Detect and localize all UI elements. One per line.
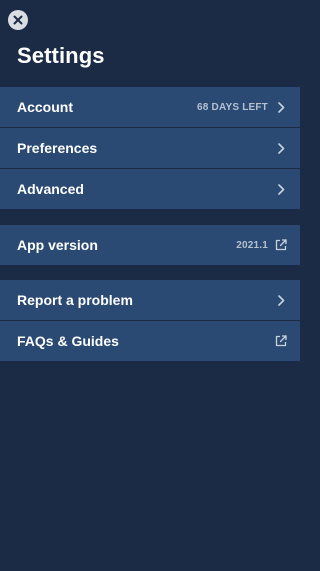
chevron-right-icon [275, 142, 287, 154]
settings-group-app-version: App version 2021.1 [0, 225, 300, 265]
account-days-left: 68 DAYS LEFT [197, 101, 268, 113]
account-row[interactable]: Account 68 DAYS LEFT [0, 87, 300, 127]
preferences-row[interactable]: Preferences [0, 128, 300, 168]
page-title: Settings [17, 43, 105, 68]
preferences-label: Preferences [17, 140, 98, 156]
chevron-right-icon [275, 183, 287, 195]
app-version-row[interactable]: App version 2021.1 [0, 225, 300, 265]
faqs-guides-row[interactable]: FAQs & Guides [0, 321, 300, 361]
external-link-icon [275, 335, 287, 347]
account-label: Account [17, 99, 73, 115]
advanced-row[interactable]: Advanced [0, 169, 300, 209]
report-problem-row[interactable]: Report a problem [0, 280, 300, 320]
settings-group-account: Account 68 DAYS LEFT Preferences Advance… [0, 87, 300, 209]
advanced-label: Advanced [17, 181, 84, 197]
chevron-right-icon [275, 101, 287, 113]
app-version-value: 2021.1 [236, 239, 268, 251]
app-version-label: App version [17, 237, 98, 253]
chevron-right-icon [275, 294, 287, 306]
close-icon [13, 15, 23, 25]
external-link-icon [275, 239, 287, 251]
close-button[interactable] [8, 10, 28, 30]
report-problem-label: Report a problem [17, 292, 133, 308]
faqs-guides-label: FAQs & Guides [17, 333, 119, 349]
settings-group-support: Report a problem FAQs & Guides [0, 280, 300, 361]
